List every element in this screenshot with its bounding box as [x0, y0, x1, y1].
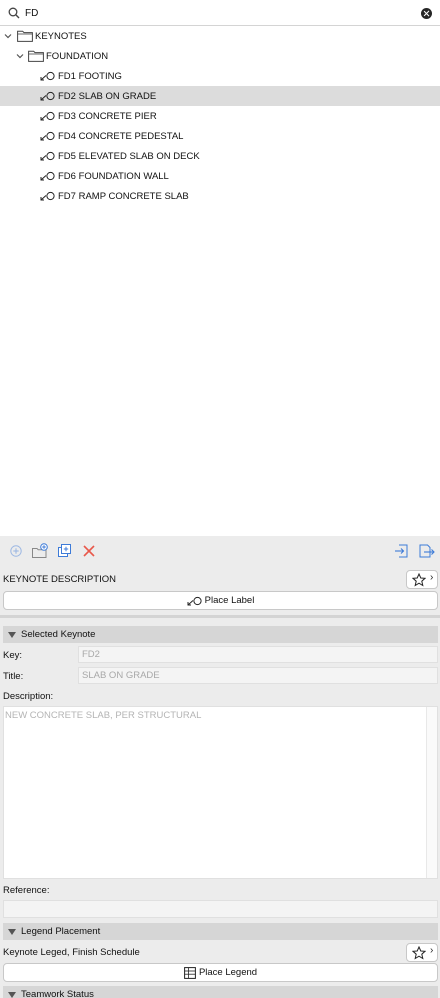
- new-folder-icon[interactable]: [31, 542, 49, 560]
- tree-row-keynote[interactable]: FD7 RAMP CONCRETE SLAB: [0, 186, 440, 206]
- disclosure-triangle-icon: [8, 631, 16, 638]
- description-label: Description:: [3, 691, 54, 702]
- reference-field[interactable]: [3, 900, 438, 918]
- place-legend-text: Place Legend: [198, 967, 258, 978]
- import-icon[interactable]: [393, 542, 411, 560]
- keynote-description-title: KEYNOTE DESCRIPTION: [3, 574, 116, 585]
- chevron-down-icon[interactable]: [16, 52, 24, 60]
- keynote-label-icon: [40, 111, 55, 121]
- title-value: SLAB ON GRADE: [82, 670, 160, 681]
- key-label: Key:: [3, 650, 23, 661]
- teamwork-status-header[interactable]: Teamwork Status: [3, 986, 438, 998]
- favorites-button[interactable]: ›: [406, 570, 438, 589]
- title-field[interactable]: SLAB ON GRADE: [78, 667, 438, 684]
- keynote-label-icon: [40, 91, 55, 101]
- tree-row-keynote[interactable]: FD3 CONCRETE PIER: [0, 106, 440, 126]
- tree-row-keynotes[interactable]: KEYNOTES: [0, 26, 440, 46]
- folder-icon: [28, 50, 44, 62]
- keynote-label-icon: [187, 596, 202, 605]
- key-value: FD2: [82, 649, 100, 660]
- keynote-tree: KEYNOTES FOUNDATION FD1 FOOTING FD2 SLAB …: [0, 26, 440, 536]
- tree-row-keynote[interactable]: FD1 FOOTING: [0, 66, 440, 86]
- description-field[interactable]: NEW CONCRETE SLAB, PER STRUCTURAL: [3, 706, 438, 879]
- keynote-label-icon: [40, 171, 55, 181]
- title-label: Title:: [3, 671, 24, 682]
- keynote-label-icon: [40, 151, 55, 161]
- duplicate-icon[interactable]: [56, 542, 74, 560]
- tree-label-keynote: FD5 ELEVATED SLAB ON DECK: [58, 150, 200, 162]
- search-icon: [8, 7, 20, 19]
- legend-placement-title: Legend Placement: [21, 926, 101, 937]
- tree-label-keynote: FD3 CONCRETE PIER: [58, 110, 157, 122]
- legend-table-icon: [184, 966, 196, 979]
- tree-row-keynote[interactable]: FD2 SLAB ON GRADE: [0, 86, 440, 106]
- tree-label-foundation: FOUNDATION: [46, 50, 109, 62]
- keynote-label-icon: [40, 131, 55, 141]
- keynote-label-icon: [40, 71, 55, 81]
- tree-label-keynote: FD4 CONCRETE PEDESTAL: [58, 130, 184, 142]
- tree-row-keynote[interactable]: FD6 FOUNDATION WALL: [0, 166, 440, 186]
- tree-label-keynote: FD6 FOUNDATION WALL: [58, 170, 169, 182]
- selected-keynote-title: Selected Keynote: [21, 629, 96, 640]
- description-value: NEW CONCRETE SLAB, PER STRUCTURAL: [5, 710, 202, 721]
- place-legend-button[interactable]: Place Legend: [3, 963, 438, 982]
- selected-keynote-header[interactable]: Selected Keynote: [3, 626, 438, 643]
- teamwork-status-title: Teamwork Status: [21, 989, 94, 998]
- tree-label-keynotes: KEYNOTES: [35, 30, 87, 42]
- folder-icon: [17, 30, 33, 42]
- reference-label: Reference:: [3, 885, 50, 896]
- tree-label-keynote: FD7 RAMP CONCRETE SLAB: [58, 190, 189, 202]
- keynote-toolbar: [0, 536, 440, 566]
- disclosure-triangle-icon: [8, 991, 16, 998]
- divider: [0, 615, 440, 618]
- chevron-right-icon: ›: [430, 945, 434, 956]
- keynote-label-icon: [40, 191, 55, 201]
- disclosure-triangle-icon: [8, 928, 16, 935]
- add-keynote-icon[interactable]: [7, 542, 25, 560]
- export-icon[interactable]: [417, 542, 435, 560]
- search-bar: [0, 0, 440, 26]
- tree-row-keynote[interactable]: FD4 CONCRETE PEDESTAL: [0, 126, 440, 146]
- chevron-down-icon[interactable]: [4, 32, 12, 40]
- legend-placement-header[interactable]: Legend Placement: [3, 923, 438, 940]
- chevron-right-icon: ›: [430, 572, 434, 583]
- clear-search-icon[interactable]: [421, 8, 432, 19]
- key-field[interactable]: FD2: [78, 646, 438, 663]
- place-label-button[interactable]: Place Label: [3, 591, 438, 610]
- tree-row-keynote[interactable]: FD5 ELEVATED SLAB ON DECK: [0, 146, 440, 166]
- search-input[interactable]: [25, 4, 405, 22]
- legend-favorites-button[interactable]: ›: [406, 943, 438, 962]
- legend-name: Keynote Leged, Finish Schedule: [3, 947, 140, 958]
- delete-icon[interactable]: [80, 542, 98, 560]
- tree-label-keynote: FD1 FOOTING: [58, 70, 122, 82]
- description-scrollbar[interactable]: [426, 707, 437, 878]
- tree-row-foundation[interactable]: FOUNDATION: [0, 46, 440, 66]
- tree-label-keynote: FD2 SLAB ON GRADE: [58, 90, 157, 102]
- star-icon: [412, 946, 426, 960]
- place-label-text: Place Label: [204, 595, 255, 606]
- star-icon: [412, 573, 426, 587]
